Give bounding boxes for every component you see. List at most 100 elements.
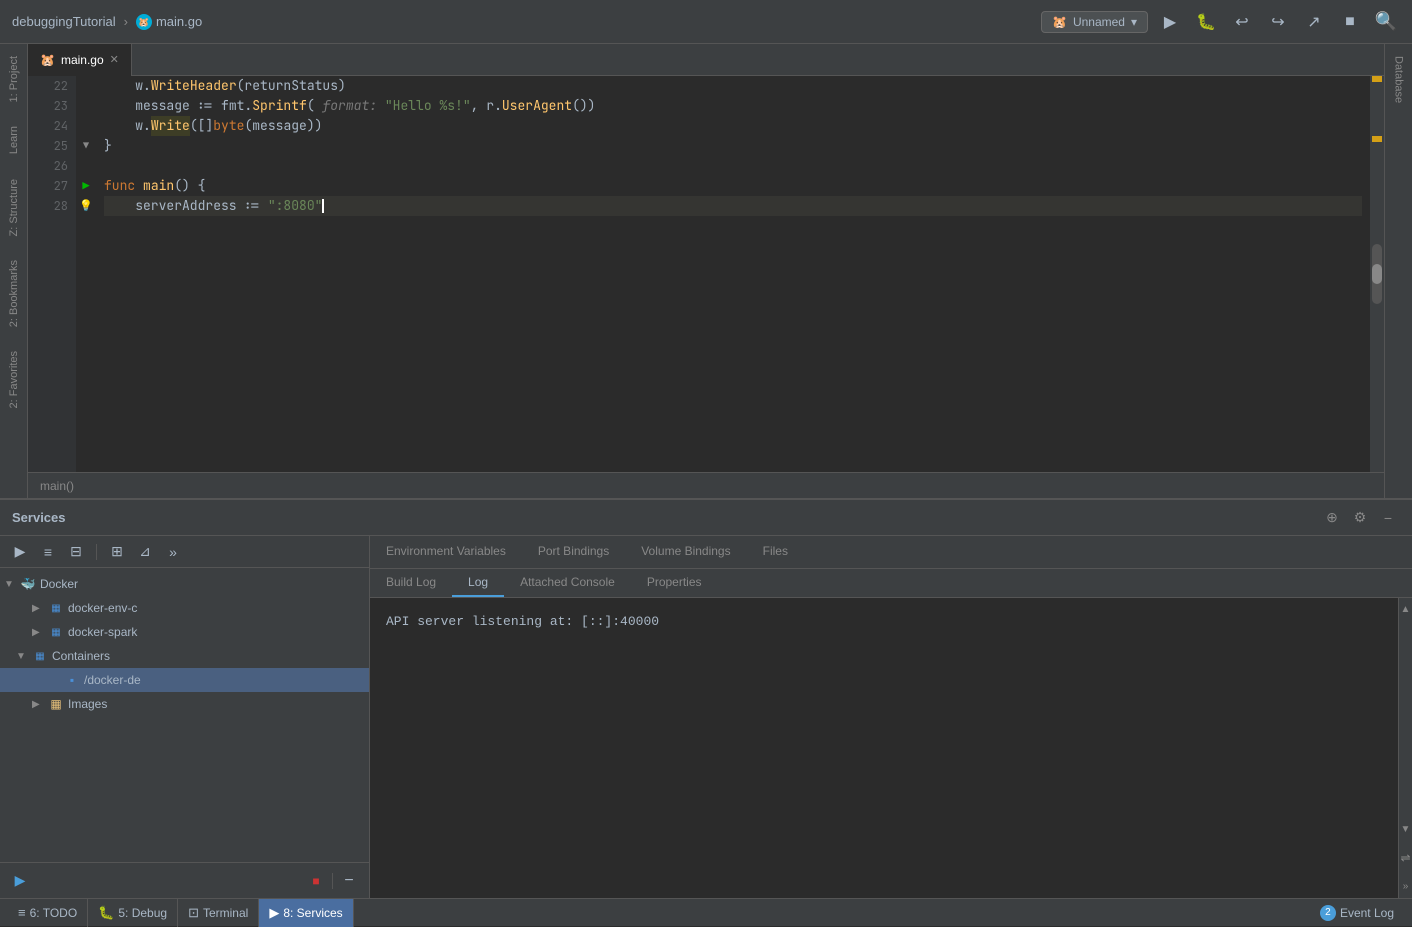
scroll-more-icon[interactable]: »: [1401, 879, 1411, 894]
tab-build-log[interactable]: Build Log: [370, 569, 452, 597]
status-event-log[interactable]: 2 Event Log: [1310, 899, 1404, 927]
sidebar-item-bookmarks[interactable]: 2: Bookmarks: [4, 248, 24, 339]
tree-expand-docker: ▼: [4, 579, 20, 590]
services-minimize-button[interactable]: −: [1376, 506, 1400, 530]
tree-label-docker-de: /docker-de: [84, 673, 141, 687]
tab-env-vars[interactable]: Environment Variables: [370, 536, 522, 568]
step-out-button[interactable]: ↗: [1300, 8, 1328, 36]
sidebar-item-structure[interactable]: Z: Structure: [4, 167, 24, 248]
scroll-up-arrow[interactable]: ▲: [1399, 602, 1412, 617]
code-lines: w.WriteHeader(returnStatus) message := f…: [96, 76, 1370, 472]
terminal-label: Terminal: [203, 906, 248, 920]
run-config-dropdown-icon: ▾: [1131, 15, 1137, 29]
stop-button[interactable]: ■: [1336, 8, 1364, 36]
code-line-24: w.Write([]byte(message)): [104, 116, 1362, 136]
log-area: API server listening at: [::]:40000 ▲ ▼ …: [370, 598, 1412, 898]
svc-stop-button[interactable]: ■: [304, 869, 328, 893]
code-line-28: serverAddress := ":8080": [104, 196, 1362, 216]
code-line-23: message := fmt.Sprintf( format: "Hello %…: [104, 96, 1362, 116]
search-button[interactable]: 🔍: [1372, 8, 1400, 36]
scroll-thumb: [1372, 264, 1382, 284]
tab-attached-console[interactable]: Attached Console: [504, 569, 631, 597]
svc-collapse-button[interactable]: ⊟: [64, 540, 88, 564]
code-line-22: w.WriteHeader(returnStatus): [104, 76, 1362, 96]
breadcrumb-bar: main(): [28, 472, 1384, 498]
status-debug[interactable]: 🐛 5: Debug: [88, 899, 178, 927]
scroll-wrap-icon[interactable]: ⇌: [1398, 849, 1412, 867]
svc-separator: [96, 544, 97, 560]
top-bar: debuggingTutorial › 🐹 main.go 🐹 Unnamed …: [0, 0, 1412, 44]
tab-log[interactable]: Log: [452, 569, 504, 597]
svc-more-button[interactable]: »: [161, 540, 185, 564]
tree-item-docker[interactable]: ▼ 🐳 Docker: [0, 572, 369, 596]
docker-env-icon: ▦: [48, 600, 64, 616]
editor-scrollbar[interactable]: [1370, 76, 1384, 472]
log-content: API server listening at: [::]:40000: [370, 598, 1398, 898]
current-file: 🐹 main.go: [136, 14, 202, 30]
log-text: API server listening at: [::]:40000: [386, 614, 659, 629]
services-settings-button[interactable]: ⚙: [1348, 506, 1372, 530]
containers-icon: ▦: [32, 648, 48, 664]
sidebar-item-project[interactable]: 1: Project: [4, 44, 24, 114]
tab-main-go[interactable]: 🐹 main.go ✕: [28, 44, 132, 76]
code-line-27: func main() {: [104, 176, 1362, 196]
sidebar-item-favorites[interactable]: 2: Favorites: [4, 339, 24, 420]
tab-label: main.go: [61, 53, 104, 67]
run-button[interactable]: ▶: [1156, 8, 1184, 36]
status-terminal[interactable]: ⊡ Terminal: [178, 899, 259, 927]
tab-close-button[interactable]: ✕: [110, 53, 119, 66]
sidebar-item-database[interactable]: Database: [1389, 44, 1409, 115]
editor-tabs: 🐹 main.go ✕: [28, 44, 1384, 76]
tree-item-containers[interactable]: ▼ ▦ Containers: [0, 644, 369, 668]
tab-properties[interactable]: Properties: [631, 569, 718, 597]
tree-item-docker-env[interactable]: ▶ ▦ docker-env-c: [0, 596, 369, 620]
tree-item-docker-de[interactable]: ▪ /docker-de: [0, 668, 369, 692]
services-toolbar: ▶ ≡ ⊟ ⊞ ⊿ »: [0, 536, 369, 568]
services-tree: ▼ 🐳 Docker ▶ ▦ docker-env-c ▶ ▦ docker-s…: [0, 568, 369, 862]
bottom-panel: Services ⊕ ⚙ − ▶ ≡ ⊟ ⊞ ⊿ » ▼: [0, 498, 1412, 898]
tree-label-docker-spark: docker-spark: [68, 625, 137, 639]
services-add-button[interactable]: ⊕: [1320, 506, 1344, 530]
docker-de-icon: ▪: [64, 672, 80, 688]
images-icon: ▦: [48, 696, 64, 712]
tab-volume-bindings[interactable]: Volume Bindings: [625, 536, 746, 568]
step-into-button[interactable]: ↪: [1264, 8, 1292, 36]
tree-label-docker-env: docker-env-c: [68, 601, 137, 615]
services-right-panel: Environment Variables Port Bindings Volu…: [370, 536, 1412, 898]
services-content: ▶ ≡ ⊟ ⊞ ⊿ » ▼ 🐳 Docker ▶ ▦: [0, 536, 1412, 898]
svc-expand-button[interactable]: ≡: [36, 540, 60, 564]
docker-icon: 🐳: [20, 576, 36, 592]
docker-spark-icon: ▦: [48, 624, 64, 640]
debug-icon: 🐛: [98, 905, 114, 921]
run-indicator: ▶: [82, 176, 89, 196]
debug-label: 5: Debug: [118, 906, 167, 920]
services-header-actions: ⊕ ⚙ −: [1320, 506, 1400, 530]
status-todo[interactable]: ≡ 6: TODO: [8, 899, 88, 927]
tree-item-images[interactable]: ▶ ▦ Images: [0, 692, 369, 716]
light-bulb-icon[interactable]: 💡: [79, 196, 93, 216]
fold-icon[interactable]: ▼: [83, 136, 89, 156]
sidebar-item-learn[interactable]: Learn: [4, 114, 24, 166]
svc-open-button[interactable]: ▶: [8, 869, 32, 893]
breadcrumb-text: main(): [40, 479, 74, 493]
status-services[interactable]: ▶ 8: Services: [259, 899, 353, 927]
tree-expand-spark: ▶: [32, 627, 48, 638]
tree-expand-env: ▶: [32, 603, 48, 614]
tree-item-docker-spark[interactable]: ▶ ▦ docker-spark: [0, 620, 369, 644]
todo-label: 6: TODO: [30, 906, 78, 920]
tab-port-bindings[interactable]: Port Bindings: [522, 536, 625, 568]
tree-label-containers: Containers: [52, 649, 110, 663]
code-editor[interactable]: 22 23 24 25 26 27 28 ▼: [28, 76, 1384, 498]
log-scrollbar[interactable]: ▲ ▼ ⇌ »: [1398, 598, 1412, 898]
step-over-button[interactable]: ↩: [1228, 8, 1256, 36]
run-config-selector[interactable]: 🐹 Unnamed ▾: [1041, 11, 1148, 33]
svc-remove-button[interactable]: −: [337, 869, 361, 893]
svc-run-button[interactable]: ▶: [8, 540, 32, 564]
editor-gutter: ▼ ▶ 💡: [76, 76, 96, 472]
project-title: debuggingTutorial: [12, 14, 116, 29]
scroll-down-arrow[interactable]: ▼: [1399, 822, 1412, 837]
svc-filter-button[interactable]: ⊿: [133, 540, 157, 564]
debug-button[interactable]: 🐛: [1192, 8, 1220, 36]
svc-layout-button[interactable]: ⊞: [105, 540, 129, 564]
tab-files[interactable]: Files: [747, 536, 804, 568]
